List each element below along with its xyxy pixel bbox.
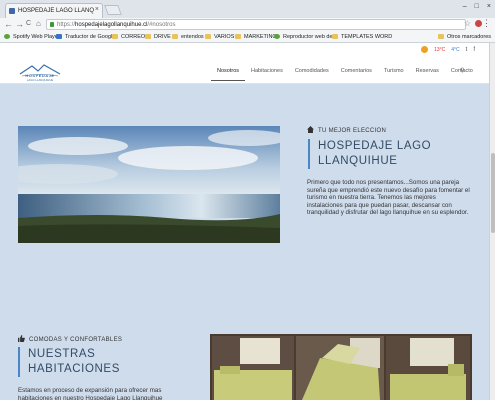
- bookmark-item[interactable]: Reproductor web de: [274, 34, 333, 40]
- browser-toolbar: ← → C ⌂ https://hospedajelagollanquihue.…: [0, 18, 495, 32]
- thumbs-up-icon: [18, 335, 25, 342]
- browser-titlebar: HOSPEDAJE LAGO LLANQ × – □ ×: [0, 0, 495, 18]
- rooms-photo: [210, 334, 472, 400]
- back-button[interactable]: ←: [4, 19, 13, 29]
- temperature-low: 4°C: [451, 46, 460, 53]
- folder-icon: [205, 34, 211, 39]
- extension-icon[interactable]: [475, 20, 482, 27]
- browser-tab[interactable]: HOSPEDAJE LAGO LLANQ ×: [5, 3, 103, 18]
- spotify-icon: [4, 34, 10, 39]
- maximize-button[interactable]: □: [475, 3, 479, 10]
- header-top-bar: 13°C 4°C t f: [421, 46, 475, 53]
- page-scrollbar[interactable]: [489, 43, 495, 400]
- section-about-label-text: TU MEJOR ELECCION: [318, 128, 387, 134]
- folder-icon: [145, 34, 151, 39]
- folder-icon: [172, 34, 178, 39]
- main-nav: Nosotros Habitaciones Comodidades Coment…: [211, 68, 479, 81]
- nav-item-turismo[interactable]: Turismo: [378, 68, 410, 81]
- section-about-text: Primero que todo nos presentamos...Somos…: [307, 179, 470, 217]
- bookmark-label: Reproductor web de: [283, 34, 333, 40]
- bookmark-item[interactable]: Spotify Web Player: [4, 34, 60, 40]
- nav-item-reservas[interactable]: Reservas: [410, 68, 445, 81]
- weather-icon: [421, 46, 429, 53]
- section-rooms-label-text: COMODAS Y CONFORTABLES: [29, 337, 123, 343]
- bookmark-item[interactable]: VARIOS: [205, 34, 234, 40]
- bookmark-item[interactable]: DRIVE: [145, 34, 171, 40]
- tab-title: HOSPEDAJE LAGO LLANQ: [18, 8, 95, 14]
- bookmark-label: VARIOS: [214, 34, 235, 40]
- folder-icon: [437, 34, 444, 39]
- scrollbar-thumb[interactable]: [491, 153, 495, 233]
- facebook-icon[interactable]: f: [473, 47, 475, 53]
- tab-close-icon[interactable]: ×: [95, 6, 99, 13]
- other-bookmarks-label: Otros marcadores: [446, 34, 491, 40]
- temperature-high: 13°C: [434, 46, 446, 53]
- bookmark-label: Spotify Web Player: [13, 34, 60, 40]
- bookmark-item[interactable]: CORREOS: [112, 34, 149, 40]
- bookmark-label: TEMPLATES WORD: [341, 34, 393, 40]
- bookmark-star-icon[interactable]: ☆: [464, 19, 471, 28]
- bookmark-item[interactable]: Traductor de Google: [56, 34, 115, 40]
- logo-subtitle: LAGO LLANQUIHUE: [26, 78, 54, 82]
- section-rooms-title: NUESTRAS HABITACIONES: [18, 347, 168, 377]
- spotify-icon: [274, 34, 280, 39]
- window-controls: – □ ×: [463, 3, 491, 10]
- bookmark-item[interactable]: TEMPLATES WORD: [332, 34, 392, 40]
- twitter-icon[interactable]: t: [466, 47, 468, 53]
- nav-item-nosotros[interactable]: Nosotros: [211, 68, 246, 81]
- url-scheme: https://: [57, 22, 76, 28]
- bookmark-item[interactable]: MARKETING: [235, 34, 277, 40]
- forward-button[interactable]: →: [15, 19, 24, 29]
- bookmark-item[interactable]: entendos: [172, 34, 204, 40]
- nav-item-comentarios[interactable]: Comentarios: [335, 68, 378, 81]
- folder-icon: [332, 34, 338, 39]
- other-bookmarks[interactable]: Otros marcadores: [437, 34, 491, 40]
- folder-icon: [235, 34, 241, 39]
- folder-icon: [112, 34, 118, 39]
- address-bar[interactable]: https://hospedajelagollanquihue.cl/#noso…: [46, 19, 466, 30]
- lake-photo: [18, 126, 280, 243]
- section-about-label: TU MEJOR ELECCION: [307, 126, 386, 134]
- bookmark-label: DRIVE: [154, 34, 171, 40]
- section-rooms-text: Estamos en proceso de expansión para ofr…: [18, 387, 163, 400]
- url-path: /#nosotros: [147, 22, 176, 28]
- minimize-button[interactable]: –: [463, 3, 467, 10]
- close-window-button[interactable]: ×: [487, 3, 491, 10]
- bookmark-label: Traductor de Google: [65, 34, 116, 40]
- search-icon[interactable]: ⚲: [460, 67, 464, 74]
- browser-menu-icon[interactable]: ⋮: [482, 18, 491, 29]
- favicon-icon: [9, 8, 15, 14]
- nav-item-comodidades[interactable]: Comodidades: [289, 68, 335, 81]
- site-header: 13°C 4°C t f HOSPEDAJE LAGO LLANQUIHUE N…: [0, 43, 495, 84]
- home-button[interactable]: ⌂: [36, 19, 41, 28]
- reload-button[interactable]: C: [26, 20, 31, 27]
- bookmark-label: entendos: [181, 34, 204, 40]
- home-icon: [307, 126, 314, 133]
- section-about-title: HOSPEDAJE LAGO LLANQUIHUE: [308, 139, 458, 169]
- bookmark-label: MARKETING: [244, 34, 277, 40]
- bookmarks-bar: Spotify Web Player Traductor de Google C…: [0, 32, 495, 43]
- section-rooms-label: COMODAS Y CONFORTABLES: [18, 335, 122, 343]
- nav-item-habitaciones[interactable]: Habitaciones: [245, 68, 289, 81]
- translate-icon: [56, 34, 62, 39]
- new-tab-button[interactable]: [104, 5, 122, 15]
- lock-icon: [50, 22, 54, 27]
- url-host: hospedajelagollanquihue.cl: [75, 22, 148, 28]
